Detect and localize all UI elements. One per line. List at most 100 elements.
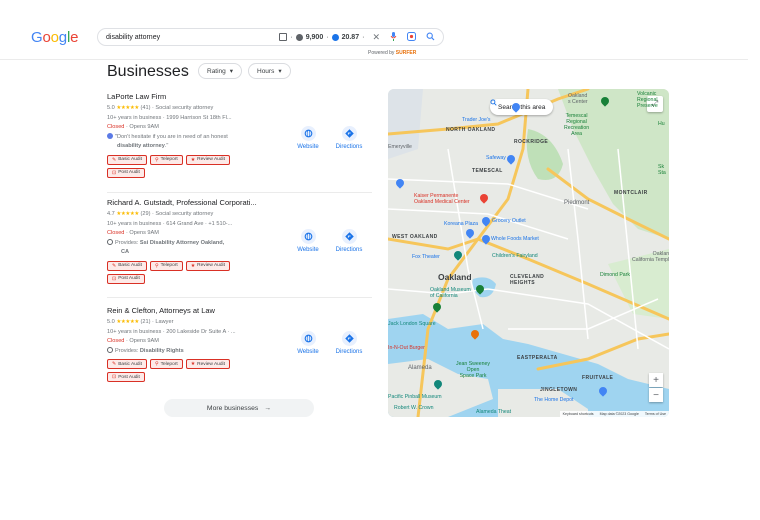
check-icon	[107, 347, 113, 354]
directions-button[interactable]: Directions	[329, 229, 369, 253]
directions-button[interactable]: Directions	[329, 126, 369, 150]
review-audit-button[interactable]: ★ Review Audit	[185, 359, 230, 369]
star-rating: ★★★★★	[116, 105, 139, 111]
tool-icon: ✎	[112, 262, 117, 269]
zoom-in-button[interactable]: +	[649, 373, 663, 387]
website-button[interactable]: Website	[288, 126, 328, 150]
mic-icon[interactable]	[390, 31, 397, 43]
basic-audit-button[interactable]: ✎ Basic Audit	[107, 359, 147, 369]
audit-buttons: ✎ Basic Audit ⚲ Teleport ★ Review Audit	[107, 154, 372, 165]
user-icon	[107, 133, 113, 140]
chevron-down-icon: ▾	[278, 68, 282, 75]
website-button[interactable]: Website	[288, 331, 328, 355]
listing-divider	[107, 192, 372, 193]
volume-icon	[295, 33, 303, 41]
cpc-value: 20.87	[341, 33, 360, 41]
status-badge: Closed	[107, 338, 125, 344]
map-footer: Keyboard shortcuts Map data ©2023 Google…	[559, 411, 669, 417]
star-rating: ★★★★★	[116, 211, 139, 217]
pin-icon: ⚲	[154, 156, 159, 163]
check-icon	[107, 239, 113, 246]
audit-buttons: ✎ Basic Audit ⚲ Teleport ★ Review Audit	[107, 260, 372, 271]
globe-icon	[300, 331, 316, 346]
website-button[interactable]: Website	[288, 229, 328, 253]
chevron-down-icon: ▾	[229, 68, 234, 75]
post-audit-button[interactable]: ⊡ Post Audit	[107, 372, 145, 382]
tool-icon: ✎	[112, 156, 117, 163]
header-divider	[0, 59, 748, 60]
review-count: (41)	[140, 105, 151, 111]
business-name[interactable]: LaPorte Law Firm	[107, 92, 372, 101]
pin-icon: ⚲	[154, 262, 159, 269]
businesses-heading: Businesses	[107, 63, 189, 80]
search-icon[interactable]	[426, 32, 435, 43]
status-badge: Closed	[107, 124, 125, 130]
business-details: 10+ years in business · 1999 Harrison St…	[107, 114, 232, 121]
directions-icon	[341, 126, 357, 141]
cpc-icon	[331, 33, 339, 41]
globe-icon	[300, 126, 316, 141]
google-logo[interactable]: Google	[31, 29, 78, 46]
basic-audit-button[interactable]: ✎ Basic Audit	[107, 154, 147, 165]
star-rating: ★★★★★	[116, 319, 139, 325]
map[interactable]: Search this area ⤢ Trader Joe's NORTH OA…	[388, 89, 669, 417]
post-icon: ⊡	[112, 374, 117, 380]
search-input[interactable]: disability attorney · 9,900 · 20.87 · ✕	[97, 28, 444, 46]
metrics-checkbox[interactable]	[279, 33, 288, 41]
terms-link[interactable]: Terms of Use	[645, 412, 666, 416]
filter-hours[interactable]: Hours ▾	[248, 63, 291, 79]
business-hours: · Opens 9AM	[125, 230, 159, 236]
star-icon: ★	[190, 156, 196, 163]
review-count: (29)	[140, 211, 151, 217]
review-count: (21)	[140, 319, 151, 325]
keyboard-shortcuts-link[interactable]: Keyboard shortcuts	[563, 412, 594, 416]
keyword-metrics: · 9,900 · 20.87 ·	[279, 33, 364, 41]
review-audit-button[interactable]: ★ Review Audit	[185, 260, 230, 271]
globe-icon	[300, 229, 316, 244]
directions-button[interactable]: Directions	[329, 331, 369, 355]
search-query[interactable]: disability attorney	[106, 34, 279, 41]
audit-buttons: ✎ Basic Audit ⚲ Teleport ★ Review Audit	[107, 359, 372, 369]
post-icon: ⊡	[112, 275, 117, 282]
post-audit-button[interactable]: ⊡ Post Audit	[107, 273, 145, 284]
teleport-button[interactable]: ⚲ Teleport	[149, 260, 183, 271]
post-audit-button[interactable]: ⊡ Post Audit	[107, 167, 145, 178]
star-icon: ★	[190, 361, 196, 367]
listing-divider	[107, 297, 372, 298]
teleport-button[interactable]: ⚲ Teleport	[149, 359, 183, 369]
search-volume: 9,900	[305, 33, 324, 41]
surfer-powered-by: Powered by SURFER	[368, 50, 417, 56]
rating-value: 5.0	[107, 105, 115, 111]
directions-icon	[341, 331, 357, 346]
rating-value: 4.7	[107, 211, 115, 217]
review-audit-button[interactable]: ★ Review Audit	[185, 154, 230, 165]
arrow-right-icon: →	[264, 404, 272, 412]
business-details: 10+ years in business · 614 Grand Ave · …	[107, 220, 233, 227]
tool-icon: ✎	[112, 361, 117, 367]
business-hours: · Opens 9AM	[125, 338, 159, 344]
star-icon: ★	[190, 262, 196, 269]
lens-icon[interactable]	[407, 31, 416, 43]
zoom-out-button[interactable]: −	[649, 388, 663, 402]
surfer-logo: SURFER	[395, 50, 417, 56]
business-category: · Lawyer	[152, 319, 174, 325]
business-name[interactable]: Rein & Clefton, Attorneys at Law	[107, 306, 372, 315]
search-icon	[490, 99, 497, 106]
close-icon[interactable]: ✕	[372, 32, 380, 43]
business-category: · Social security attorney	[152, 211, 214, 217]
pin-icon: ⚲	[154, 361, 159, 367]
business-hours: · Opens 9AM	[125, 124, 159, 130]
status-badge: Closed	[107, 230, 125, 236]
search-this-area-button[interactable]: Search this area	[490, 99, 554, 115]
filter-rating[interactable]: Rating ▾	[198, 63, 243, 79]
rating-value: 5.0	[107, 319, 115, 325]
basic-audit-button[interactable]: ✎ Basic Audit	[107, 260, 147, 271]
business-name[interactable]: Richard A. Gutstadt, Professional Corpor…	[107, 198, 372, 207]
map-data-credit: Map data ©2023 Google	[599, 412, 639, 416]
teleport-button[interactable]: ⚲ Teleport	[149, 154, 183, 165]
more-businesses-button[interactable]: More businesses →	[164, 399, 314, 417]
directions-icon	[341, 229, 357, 244]
post-icon: ⊡	[112, 169, 117, 176]
business-category: · Social security attorney	[152, 105, 214, 111]
more-options-icon[interactable]: ⋮	[180, 66, 190, 77]
